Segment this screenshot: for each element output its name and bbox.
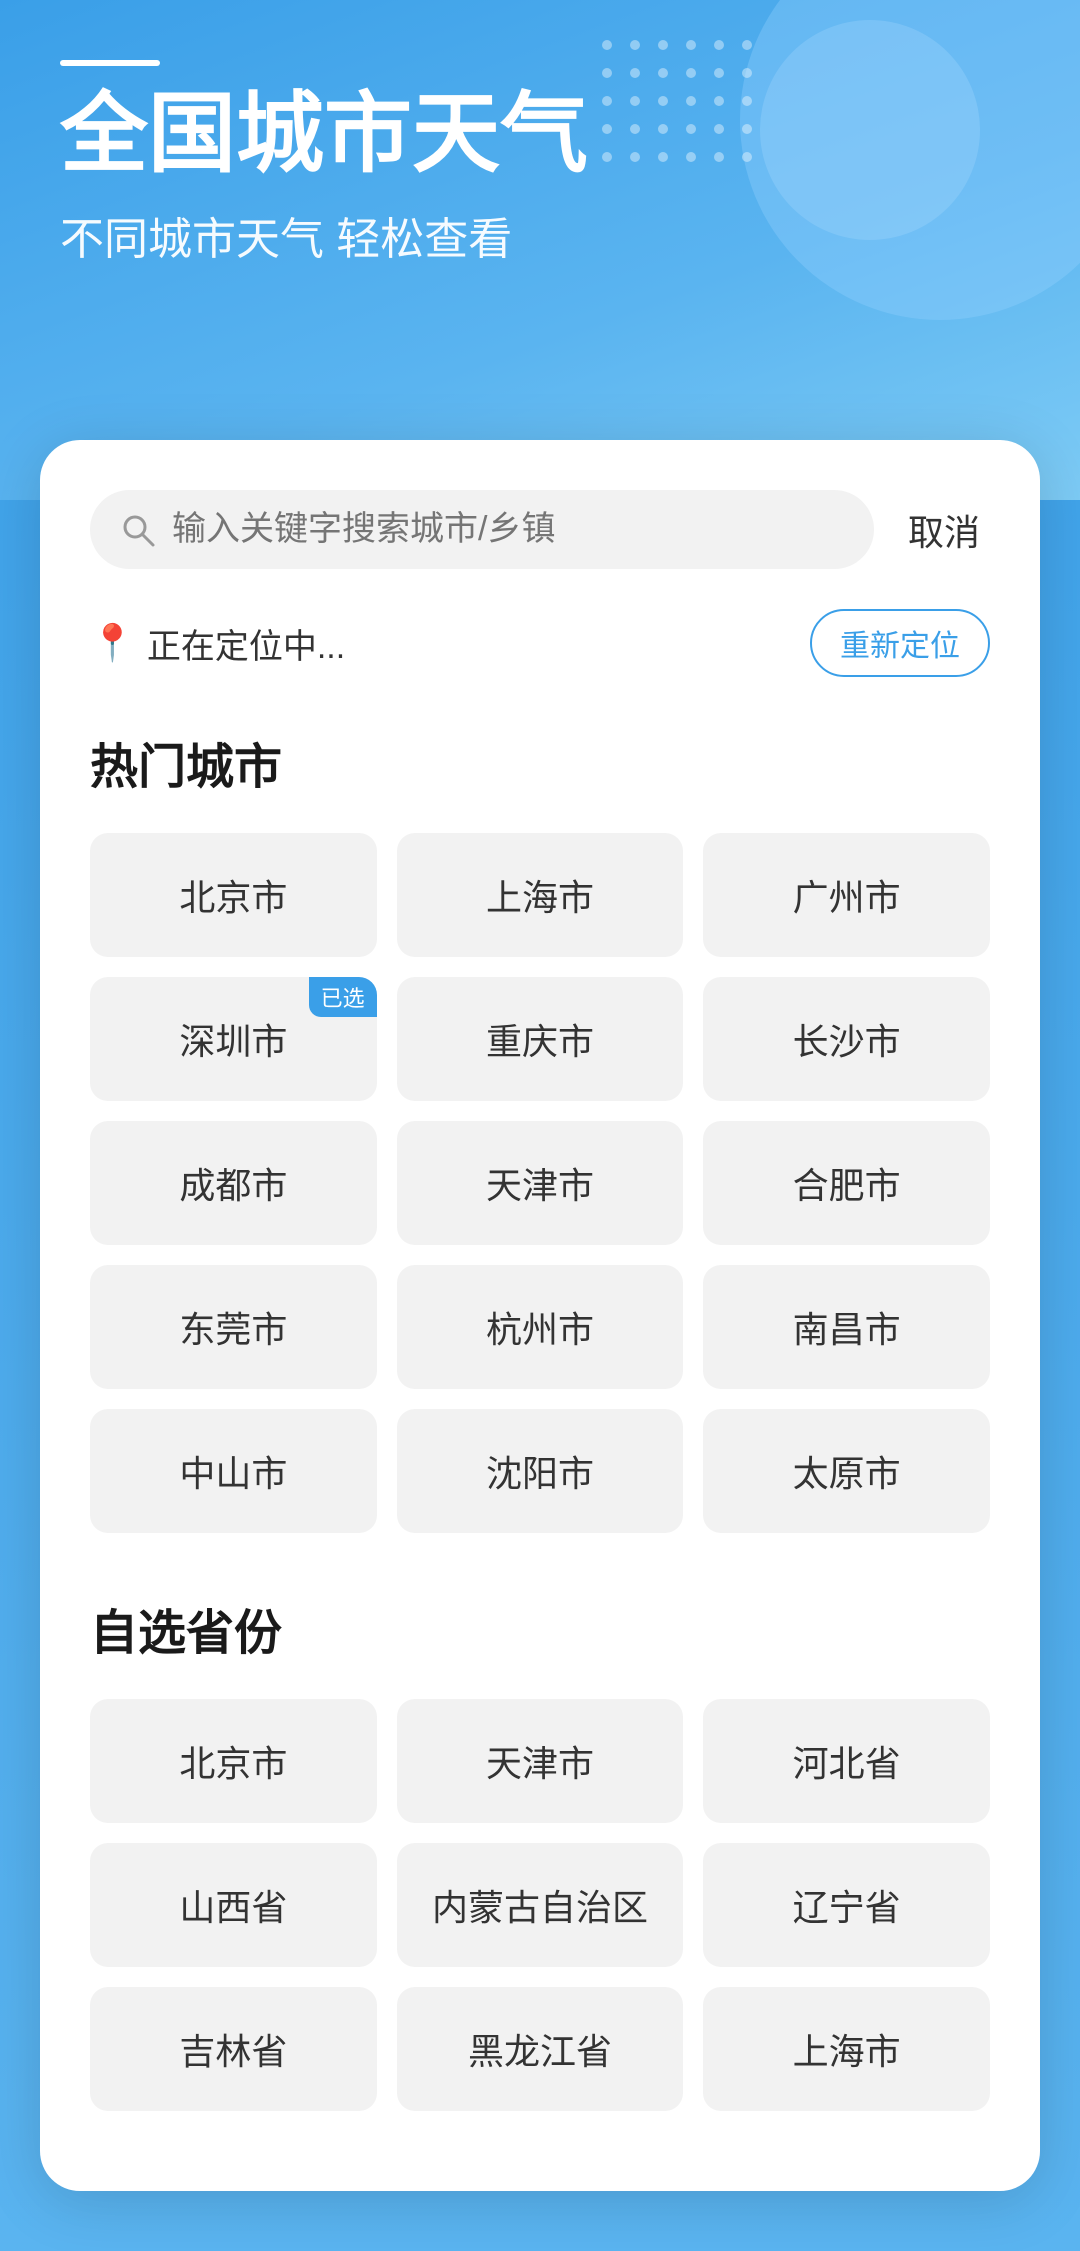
relocate-button[interactable]: 重新定位 (810, 609, 990, 677)
provinces-title: 自选省份 (90, 1593, 990, 1663)
hero-title: 全国城市天气 (60, 86, 1020, 183)
location-row: 📍 正在定位中... 重新定位 (90, 609, 990, 677)
hero-accent-line (60, 60, 160, 66)
location-pin-icon: 📍 (90, 622, 135, 664)
hot-city-button[interactable]: 天津市 (397, 1121, 684, 1245)
hot-city-button[interactable]: 上海市 (397, 833, 684, 957)
search-row: 取消 (90, 490, 990, 569)
hot-city-button[interactable]: 沈阳市 (397, 1409, 684, 1533)
province-button[interactable]: 黑龙江省 (397, 1987, 684, 2111)
main-card: 取消 📍 正在定位中... 重新定位 热门城市 北京市上海市广州市深圳市已选重庆… (40, 440, 1040, 2191)
search-input[interactable] (172, 510, 844, 549)
hot-city-button[interactable]: 长沙市 (703, 977, 990, 1101)
selected-badge: 已选 (309, 977, 377, 1017)
hero-section: 全国城市天气 不同城市天气 轻松查看 (0, 0, 1080, 500)
hot-city-button[interactable]: 成都市 (90, 1121, 377, 1245)
province-button[interactable]: 吉林省 (90, 1987, 377, 2111)
provinces-section: 自选省份 北京市天津市河北省山西省内蒙古自治区辽宁省吉林省黑龙江省上海市 (90, 1593, 990, 2111)
hot-cities-grid: 北京市上海市广州市深圳市已选重庆市长沙市成都市天津市合肥市东莞市杭州市南昌市中山… (90, 833, 990, 1533)
hot-city-button[interactable]: 东莞市 (90, 1265, 377, 1389)
province-button[interactable]: 天津市 (397, 1699, 684, 1823)
search-bar[interactable] (90, 490, 874, 569)
hot-cities-title: 热门城市 (90, 727, 990, 797)
province-button[interactable]: 辽宁省 (703, 1843, 990, 1967)
province-grid: 北京市天津市河北省山西省内蒙古自治区辽宁省吉林省黑龙江省上海市 (90, 1699, 990, 2111)
hot-city-button[interactable]: 广州市 (703, 833, 990, 957)
hot-city-button[interactable]: 深圳市已选 (90, 977, 377, 1101)
search-icon (120, 512, 156, 548)
province-button[interactable]: 河北省 (703, 1699, 990, 1823)
hot-city-button[interactable]: 太原市 (703, 1409, 990, 1533)
province-button[interactable]: 上海市 (703, 1987, 990, 2111)
province-button[interactable]: 北京市 (90, 1699, 377, 1823)
province-button[interactable]: 内蒙古自治区 (397, 1843, 684, 1967)
hot-cities-section: 热门城市 北京市上海市广州市深圳市已选重庆市长沙市成都市天津市合肥市东莞市杭州市… (90, 727, 990, 1533)
location-status-text: 正在定位中... (147, 619, 345, 668)
hot-city-button[interactable]: 杭州市 (397, 1265, 684, 1389)
hero-subtitle: 不同城市天气 轻松查看 (60, 203, 1020, 267)
hot-city-button[interactable]: 南昌市 (703, 1265, 990, 1389)
hot-city-button[interactable]: 北京市 (90, 833, 377, 957)
hot-city-button[interactable]: 合肥市 (703, 1121, 990, 1245)
hot-city-button[interactable]: 重庆市 (397, 977, 684, 1101)
hot-city-button[interactable]: 中山市 (90, 1409, 377, 1533)
cancel-button[interactable]: 取消 (898, 504, 990, 556)
province-button[interactable]: 山西省 (90, 1843, 377, 1967)
location-status: 📍 正在定位中... (90, 619, 345, 668)
